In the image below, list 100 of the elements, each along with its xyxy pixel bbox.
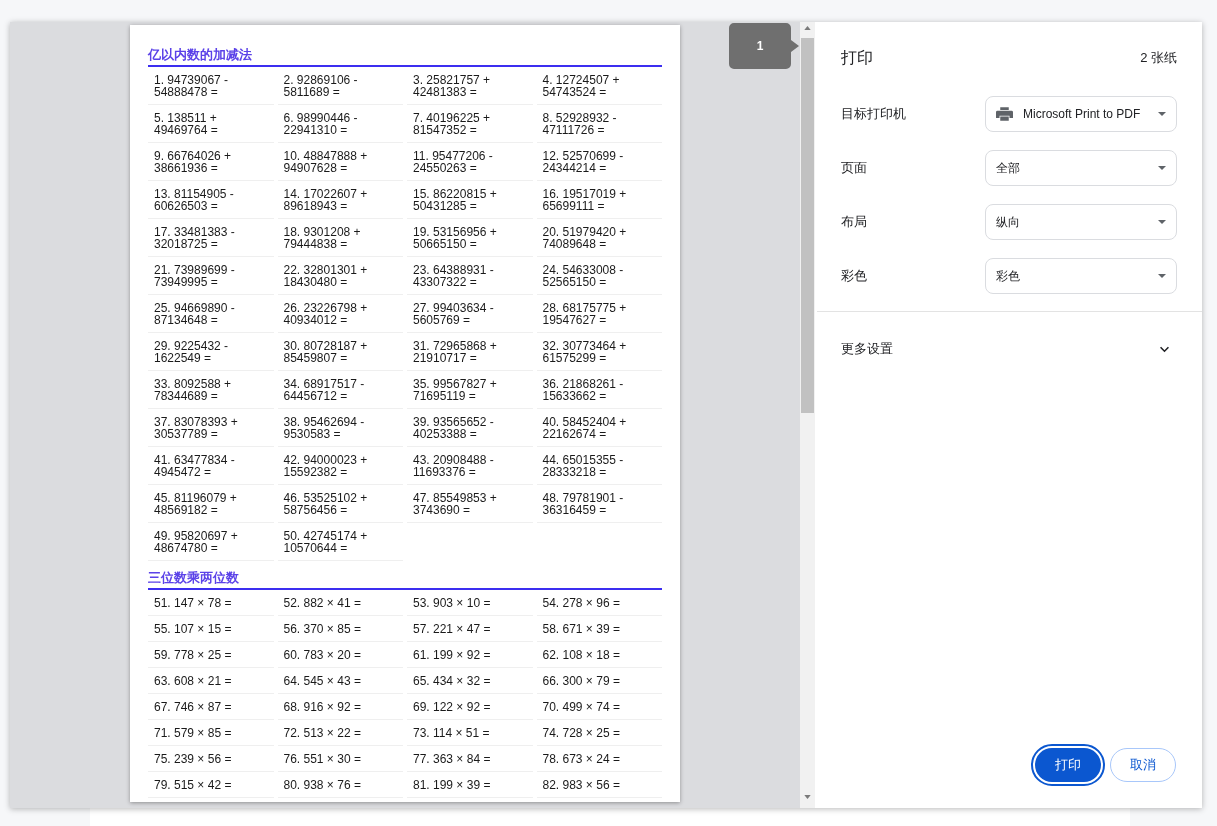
- math-problem: 12. 52570699 - 24344214 =: [536, 143, 662, 181]
- math-problem: 8. 52928932 - 47111726 =: [536, 105, 662, 143]
- math-problem: 7. 40196225 + 81547352 =: [407, 105, 533, 143]
- math-problem: 31. 72965868 + 21910717 =: [407, 333, 533, 371]
- math-problem: 56. 370 × 85 =: [277, 616, 403, 642]
- math-problem: 3. 25821757 + 42481383 =: [407, 67, 533, 105]
- math-problem: 43. 20908488 - 11693376 =: [407, 447, 533, 485]
- math-problem: 20. 51979420 + 74089648 =: [536, 219, 662, 257]
- math-problem: 78. 673 × 24 =: [536, 746, 662, 772]
- math-problem: 2. 92869106 - 5811689 =: [277, 67, 403, 105]
- dropdown-caret-icon: [1158, 220, 1166, 224]
- math-problem: 21. 73989699 - 73949995 =: [148, 257, 274, 295]
- math-problem: 34. 68917517 - 64456712 =: [277, 371, 403, 409]
- math-problem: 33. 8092588 + 78344689 =: [148, 371, 274, 409]
- math-problem: 17. 33481383 - 32018725 =: [148, 219, 274, 257]
- math-problem: 53. 903 × 10 =: [407, 590, 533, 616]
- math-problem: 14. 17022607 + 89618943 =: [277, 181, 403, 219]
- math-problem: 23. 64388931 - 43307322 =: [407, 257, 533, 295]
- math-problem: 24. 54633008 - 52565150 =: [536, 257, 662, 295]
- dropdown-select[interactable]: 纵向: [985, 204, 1177, 240]
- math-problem: 47. 85549853 + 3743690 =: [407, 485, 533, 523]
- math-problem: 45. 81196079 + 48569182 =: [148, 485, 274, 523]
- math-problem: 59. 778 × 25 =: [148, 642, 274, 668]
- section-heading: 亿以内数的加减法: [148, 46, 662, 67]
- math-problem: 16. 19517019 + 65699111 =: [536, 181, 662, 219]
- math-problem: 37. 83078393 + 30537789 =: [148, 409, 274, 447]
- math-problem: 32. 30773464 + 61575299 =: [536, 333, 662, 371]
- math-problem: 15. 86220815 + 50431285 =: [407, 181, 533, 219]
- math-problem: 27. 99403634 - 5605769 =: [407, 295, 533, 333]
- math-problem: 79. 515 × 42 =: [148, 772, 274, 798]
- math-problem: 1. 94739067 - 54888478 =: [148, 67, 274, 105]
- dropdown-select[interactable]: 全部: [985, 150, 1177, 186]
- math-problem: 30. 80728187 + 85459807 =: [277, 333, 403, 371]
- math-problem: 58. 671 × 39 =: [536, 616, 662, 642]
- setting-label: 目标打印机: [841, 105, 906, 123]
- math-problem: 76. 551 × 30 =: [277, 746, 403, 772]
- cancel-button[interactable]: 取消: [1110, 748, 1176, 782]
- math-problem: 9. 66764026 + 38661936 =: [148, 143, 274, 181]
- math-problem: 40. 58452404 + 22162674 =: [536, 409, 662, 447]
- math-problem: 11. 95477206 - 24550263 =: [407, 143, 533, 181]
- setting-label: 彩色: [841, 267, 867, 285]
- dropdown-caret-icon: [1158, 166, 1166, 170]
- dropdown-caret-icon: [1158, 112, 1166, 116]
- math-problem: 81. 199 × 39 =: [407, 772, 533, 798]
- math-problem: 64. 545 × 43 =: [277, 668, 403, 694]
- math-problem: 52. 882 × 41 =: [277, 590, 403, 616]
- math-problem: 63. 608 × 21 =: [148, 668, 274, 694]
- scroll-up-arrow-icon[interactable]: [804, 26, 811, 30]
- math-problem: 29. 9225432 - 1622549 =: [148, 333, 274, 371]
- math-problem: 67. 746 × 87 =: [148, 694, 274, 720]
- dropdown-select[interactable]: Microsoft Print to PDF: [985, 96, 1177, 132]
- math-problem: 72. 513 × 22 =: [277, 720, 403, 746]
- math-problem: 55. 107 × 15 =: [148, 616, 274, 642]
- math-problem: 4. 12724507 + 54743524 =: [536, 67, 662, 105]
- math-problem: 61. 199 × 92 =: [407, 642, 533, 668]
- dialog-title: 打印: [841, 48, 873, 68]
- math-problem: 82. 983 × 56 =: [536, 772, 662, 798]
- scroll-down-arrow-icon[interactable]: [804, 795, 811, 799]
- math-problem: 80. 938 × 76 =: [277, 772, 403, 798]
- math-problem: 68. 916 × 92 =: [277, 694, 403, 720]
- printer-icon: [996, 107, 1013, 121]
- math-problem: 54. 278 × 96 =: [536, 590, 662, 616]
- math-problem: 18. 9301208 + 79444838 =: [277, 219, 403, 257]
- setting-label: 布局: [841, 213, 867, 231]
- math-problem: 69. 122 × 92 =: [407, 694, 533, 720]
- math-problem: 77. 363 × 84 =: [407, 746, 533, 772]
- math-problem: 48. 79781901 - 36316459 =: [536, 485, 662, 523]
- math-problem: 65. 434 × 32 =: [407, 668, 533, 694]
- section-heading: 三位数乘两位数: [148, 569, 662, 590]
- math-problem: 46. 53525102 + 58756456 =: [277, 485, 403, 523]
- math-problem: 22. 32801301 + 18430480 =: [277, 257, 403, 295]
- math-problem: 36. 21868261 - 15633662 =: [536, 371, 662, 409]
- math-problem: 13. 81154905 - 60626503 =: [148, 181, 274, 219]
- math-problem: 44. 65015355 - 28333218 =: [536, 447, 662, 485]
- math-problem: 66. 300 × 79 =: [536, 668, 662, 694]
- math-problem: 39. 93565652 - 40253388 =: [407, 409, 533, 447]
- dropdown-caret-icon: [1158, 274, 1166, 278]
- more-settings-toggle[interactable]: 更多设置: [817, 331, 1202, 367]
- math-problem: 57. 221 × 47 =: [407, 616, 533, 642]
- math-problem: 26. 23226798 + 40934012 =: [277, 295, 403, 333]
- scrollbar-thumb[interactable]: [801, 38, 814, 413]
- dropdown-select[interactable]: 彩色: [985, 258, 1177, 294]
- setting-label: 页面: [841, 159, 867, 177]
- math-problem: 62. 108 × 18 =: [536, 642, 662, 668]
- sheet-count: 2 张纸: [1140, 49, 1177, 67]
- math-problem: 75. 239 × 56 =: [148, 746, 274, 772]
- math-problem: 41. 63477834 - 4945472 =: [148, 447, 274, 485]
- math-problem: 5. 138511 + 49469764 =: [148, 105, 274, 143]
- page-number-badge: 1: [729, 23, 799, 69]
- math-problem: 38. 95462694 - 9530583 =: [277, 409, 403, 447]
- math-problem: 6. 98990446 - 22941310 =: [277, 105, 403, 143]
- print-button[interactable]: 打印: [1031, 744, 1105, 786]
- math-problem: 35. 99567827 + 71695119 =: [407, 371, 533, 409]
- math-problem: 19. 53156956 + 50665150 =: [407, 219, 533, 257]
- math-problem: 28. 68175775 + 19547627 =: [536, 295, 662, 333]
- math-problem: 60. 783 × 20 =: [277, 642, 403, 668]
- math-problem: 42. 94000023 + 15592382 =: [277, 447, 403, 485]
- math-problem: 74. 728 × 25 =: [536, 720, 662, 746]
- math-problem: 70. 499 × 74 =: [536, 694, 662, 720]
- math-problem: 50. 42745174 + 10570644 =: [277, 523, 403, 561]
